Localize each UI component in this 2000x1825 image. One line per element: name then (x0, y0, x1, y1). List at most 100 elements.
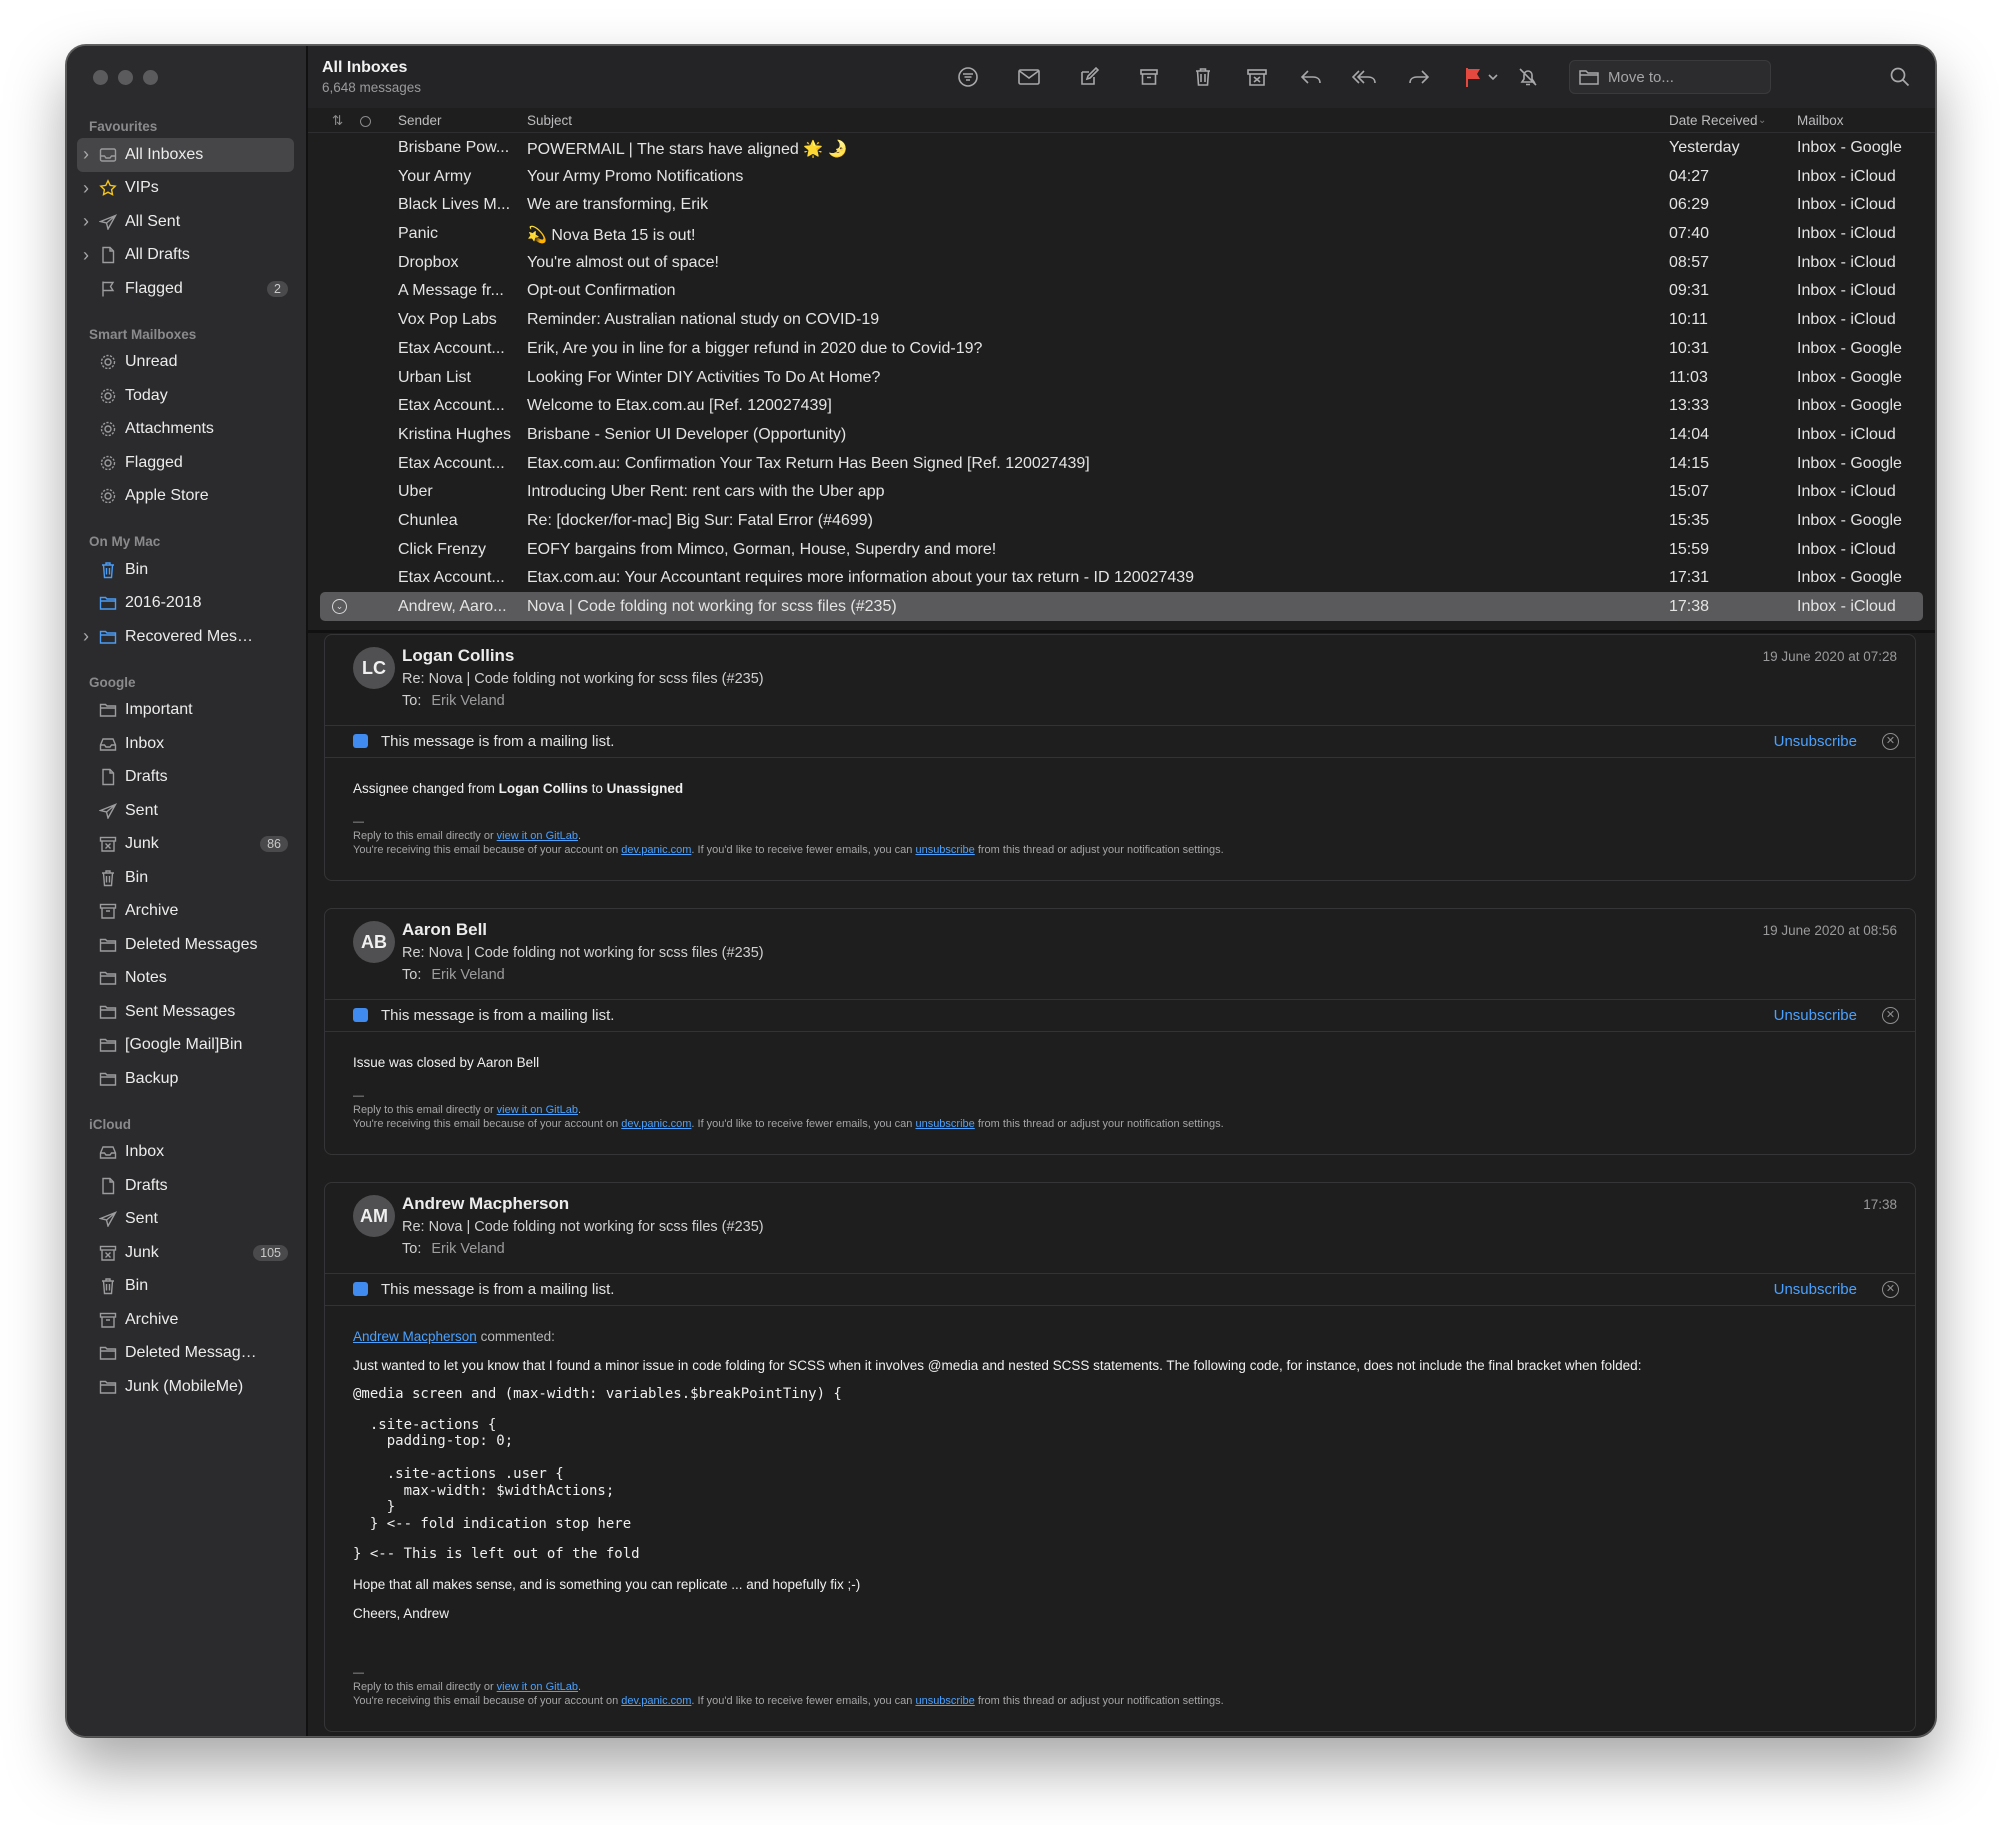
sender-name[interactable]: Andrew Macpherson (402, 1194, 569, 1214)
sidebar-item-attachments[interactable]: Attachments (77, 413, 294, 447)
sidebar-item-2016-2018[interactable]: 2016-2018 (77, 587, 294, 621)
get-mail-icon[interactable] (1014, 62, 1044, 92)
sidebar-list[interactable]: Favourites › All Inboxes › VIPs › All Sent › All… (67, 110, 306, 1736)
author-link[interactable]: Andrew Macpherson (353, 1329, 477, 1344)
sidebar-item-backup[interactable]: Backup (77, 1062, 294, 1096)
unsubscribe-button[interactable]: Unsubscribe (1774, 1281, 1857, 1298)
sidebar-item-notes[interactable]: Notes (77, 962, 294, 996)
sidebar-section-favourites[interactable]: Favourites (67, 110, 306, 138)
message-row[interactable]: Chunlea Re: [docker/for-mac] Big Sur: Fat… (308, 506, 1935, 535)
disclosure-chevron-right-icon[interactable]: › (83, 239, 89, 273)
message-row[interactable]: Black Lives M... We are transforming, Eri… (308, 190, 1935, 219)
message-row[interactable]: Vox Pop Labs Reminder: Australian nationa… (308, 305, 1935, 334)
sidebar-item-all-drafts[interactable]: › All Drafts (77, 239, 294, 273)
unsubscribe-link[interactable]: unsubscribe (915, 844, 974, 856)
close-button[interactable] (93, 70, 108, 85)
sidebar-item-inbox[interactable]: Inbox (77, 1136, 294, 1170)
message-row[interactable]: Click Frenzy EOFY bargains from Mimco, Go… (308, 535, 1935, 564)
dismiss-banner-close-icon[interactable]: ✕ (1882, 1281, 1899, 1298)
sidebar-item-bin[interactable]: Bin (77, 553, 294, 587)
filter-icon[interactable] (953, 62, 983, 92)
message-row[interactable]: Panic 💫 Nova Beta 15 is out! 07:40 Inbox - … (308, 219, 1935, 248)
trash-icon[interactable] (1188, 62, 1218, 92)
sidebar-item-deleted-messages[interactable]: Deleted Messages (... (77, 1337, 294, 1371)
disclosure-chevron-right-icon[interactable]: › (83, 205, 89, 239)
dev-panic-link[interactable]: dev.panic.com (621, 1118, 691, 1130)
message-row[interactable]: Etax Account... Etax.com.au: Confirmation… (308, 449, 1935, 478)
message-row[interactable]: Etax Account... Etax.com.au: Your Account… (308, 563, 1935, 592)
sidebar-item-archive[interactable]: Archive (77, 1303, 294, 1337)
sidebar-item-unread[interactable]: Unread (77, 346, 294, 380)
flag-menu-chevron-down-icon[interactable] (1483, 62, 1503, 92)
view-on-gitlab-link[interactable]: view it on GitLab (497, 1681, 578, 1693)
sidebar-section-icloud[interactable]: iCloud (67, 1108, 306, 1136)
message-row[interactable]: Brisbane Pow... POWERMAIL | The stars hav… (308, 133, 1935, 162)
sidebar-item-all-sent[interactable]: › All Sent (77, 205, 294, 239)
sidebar-item-inbox[interactable]: Inbox (77, 727, 294, 761)
recipient-name[interactable]: Erik Veland (431, 1241, 504, 1257)
message-row[interactable]: Dropbox You're almost out of space! 08:57 I… (308, 248, 1935, 277)
sidebar-section-smart-mailboxes[interactable]: Smart Mailboxes (67, 318, 306, 346)
sidebar-item-recovered-messag[interactable]: › Recovered Messag... (77, 620, 294, 654)
dev-panic-link[interactable]: dev.panic.com (621, 844, 691, 856)
thread-chevron-down-icon[interactable]: ⌄ (332, 599, 347, 614)
sidebar-item-archive[interactable]: Archive (77, 895, 294, 929)
sidebar-item-drafts[interactable]: Drafts (77, 1169, 294, 1203)
view-on-gitlab-link[interactable]: view it on GitLab (497, 1104, 578, 1116)
mute-bell-icon[interactable] (1513, 62, 1543, 92)
sidebar-section-google[interactable]: Google (67, 666, 306, 694)
disclosure-chevron-right-icon[interactable]: › (83, 138, 89, 172)
message-row[interactable]: Urban List Looking For Winter DIY Activit… (308, 363, 1935, 392)
column-subject[interactable]: Subject (527, 113, 572, 128)
sidebar-item-junk[interactable]: Junk 105 (77, 1236, 294, 1270)
disclosure-chevron-right-icon[interactable]: › (83, 172, 89, 206)
reply-icon[interactable] (1296, 62, 1326, 92)
zoom-button[interactable] (143, 70, 158, 85)
column-mailbox[interactable]: Mailbox (1797, 113, 1844, 128)
column-date-received[interactable]: Date Received (1669, 113, 1758, 128)
sort-chevron-down-icon[interactable]: ⌄ (1758, 115, 1766, 126)
forward-icon[interactable] (1404, 62, 1434, 92)
message-row[interactable]: Kristina Hughes Brisbane - Senior UI Deve… (308, 420, 1935, 449)
archive-icon[interactable] (1134, 62, 1164, 92)
sidebar-item-deleted-messages[interactable]: Deleted Messages (77, 928, 294, 962)
unread-column-icon[interactable] (360, 116, 371, 127)
minimize-button[interactable] (118, 70, 133, 85)
disclosure-chevron-right-icon[interactable]: › (83, 620, 89, 654)
message-row[interactable]: A Message fr... Opt-out Confirmation 09:31… (308, 276, 1935, 305)
message-row-selected[interactable]: ⌄ Andrew, Aaro... Nova | Code folding not … (320, 592, 1923, 621)
search-icon[interactable] (1885, 62, 1915, 92)
message-row[interactable]: Your Army Your Army Promo Notifications 04… (308, 162, 1935, 191)
dismiss-banner-close-icon[interactable]: ✕ (1882, 1007, 1899, 1024)
sidebar-item--google-mail-bin[interactable]: [Google Mail]Bin (77, 1029, 294, 1063)
reply-all-icon[interactable] (1350, 62, 1380, 92)
sender-name[interactable]: Aaron Bell (402, 920, 487, 940)
sidebar-item-all-inboxes[interactable]: › All Inboxes (77, 138, 294, 172)
sidebar-item-flagged[interactable]: Flagged (77, 446, 294, 480)
sidebar-item-apple-store[interactable]: Apple Store (77, 480, 294, 514)
column-sender[interactable]: Sender (398, 113, 442, 128)
sidebar-item-vips[interactable]: › VIPs (77, 172, 294, 206)
message-row[interactable]: Uber Introducing Uber Rent: rent cars wit… (308, 477, 1935, 506)
sidebar-item-important[interactable]: Important (77, 694, 294, 728)
sidebar-item-drafts[interactable]: Drafts (77, 761, 294, 795)
view-on-gitlab-link[interactable]: view it on GitLab (497, 830, 578, 842)
split-divider[interactable] (308, 630, 1935, 633)
move-to-dropdown[interactable]: Move to... (1569, 60, 1771, 94)
junk-icon[interactable] (1242, 62, 1272, 92)
dismiss-banner-close-icon[interactable]: ✕ (1882, 733, 1899, 750)
sidebar-item-junk-mobileme[interactable]: Junk (MobileMe) (77, 1370, 294, 1404)
sidebar-item-sent[interactable]: Sent (77, 1203, 294, 1237)
sidebar-item-flagged[interactable]: Flagged 2 (77, 272, 294, 306)
unsubscribe-button[interactable]: Unsubscribe (1774, 1007, 1857, 1024)
message-row[interactable]: Etax Account... Welcome to Etax.com.au [R… (308, 391, 1935, 420)
sender-name[interactable]: Logan Collins (402, 646, 514, 666)
unsubscribe-link[interactable]: unsubscribe (915, 1695, 974, 1707)
sidebar-item-today[interactable]: Today (77, 379, 294, 413)
sidebar-item-bin[interactable]: Bin (77, 1270, 294, 1304)
dev-panic-link[interactable]: dev.panic.com (621, 1695, 691, 1707)
recipient-name[interactable]: Erik Veland (431, 967, 504, 983)
sort-arrows-icon[interactable]: ⇅ (332, 113, 343, 129)
sidebar-item-junk[interactable]: Junk 86 (77, 828, 294, 862)
message-row[interactable]: Etax Account... Erik, Are you in line for… (308, 334, 1935, 363)
